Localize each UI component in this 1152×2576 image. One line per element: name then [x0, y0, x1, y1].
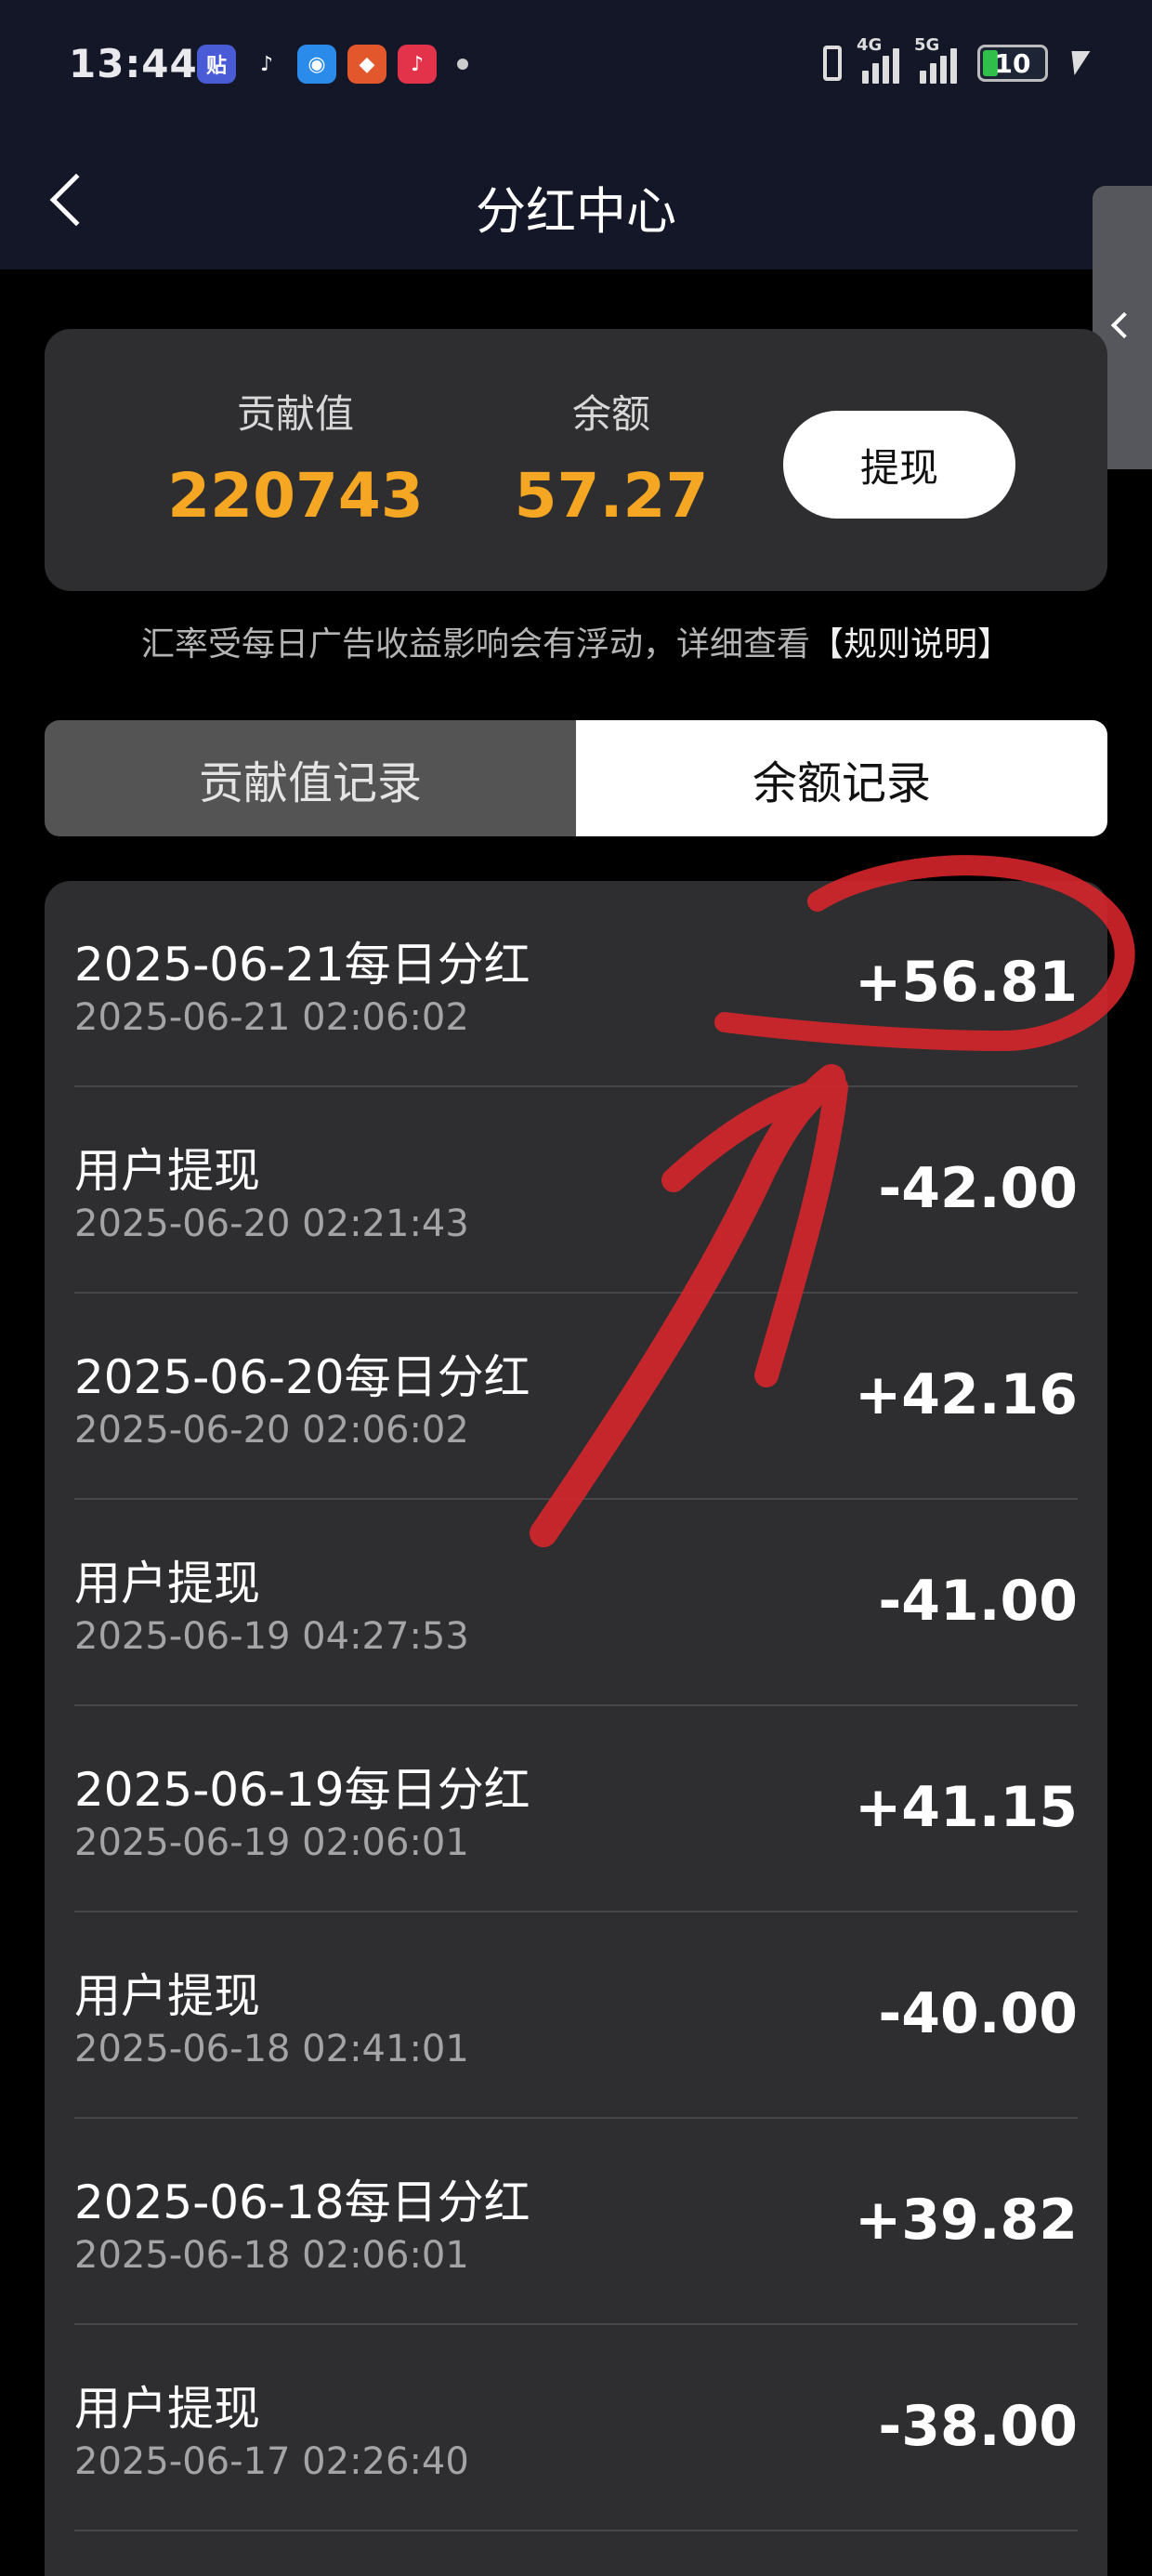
record-title: 2025-06-18每日分红 [74, 2175, 530, 2229]
contribution-stat: 贡献值 220743 [100, 383, 491, 532]
record-time: 2025-06-19 02:06:01 [74, 1821, 469, 1864]
record-time: 2025-06-21 02:06:02 [74, 996, 469, 1039]
signal-4g-icon: 4G [857, 35, 899, 84]
chevron-left-icon [1110, 311, 1138, 339]
record-time: 2025-06-19 04:27:53 [74, 1615, 469, 1658]
withdraw-button[interactable]: 提现 [783, 411, 1015, 519]
record-amount: +41.15 [854, 1775, 1078, 1840]
battery-icon: 10 [977, 45, 1048, 82]
rules-link[interactable]: 【规则说明】 [810, 625, 1011, 664]
network-type-1: 4G [857, 35, 883, 55]
list-item[interactable]: 2025-06-21每日分红 2025-06-21 02:06:02 +56.8… [74, 881, 1078, 1087]
tiktok-lite-icon: ♪ [398, 45, 437, 84]
balance-stat: 余额 57.27 [472, 383, 751, 532]
record-amount: -42.00 [878, 1156, 1078, 1221]
tieba-icon: 贴 [197, 45, 236, 84]
page-title: 分红中心 [476, 182, 676, 241]
tiktok-icon: ♪ [247, 45, 286, 84]
record-title: 用户提现 [74, 1969, 260, 2023]
record-title: 2025-06-19每日分红 [74, 1763, 530, 1817]
list-item[interactable]: 用户提现 2025-06-20 02:21:43 -42.00 [74, 1087, 1078, 1294]
record-title: 2025-06-20每日分红 [74, 1350, 530, 1404]
balance-records-list: 2025-06-21每日分红 2025-06-21 02:06:02 +56.8… [45, 881, 1107, 2576]
record-title: 用户提现 [74, 1557, 260, 1610]
record-amount: -38.00 [878, 2394, 1078, 2459]
summary-card: 贡献值 220743 余额 57.27 提现 [45, 329, 1107, 591]
status-bar: 13:44 贴 ♪ ◉ ◆ ♪ 4G 5G 10 [0, 0, 1152, 135]
record-amount: -41.00 [878, 1569, 1078, 1634]
record-title: 用户提现 [74, 2382, 260, 2436]
record-time: 2025-06-18 02:41:01 [74, 2028, 469, 2070]
battery-level: 10 [994, 47, 1031, 79]
notification-icons: 贴 ♪ ◉ ◆ ♪ [197, 45, 468, 84]
tab-balance-records[interactable]: 余额记录 [576, 720, 1107, 836]
vibrate-icon [823, 46, 842, 81]
shop-app-icon: ◆ [347, 45, 386, 84]
record-time: 2025-06-20 02:21:43 [74, 1203, 469, 1245]
list-item[interactable]: 用户提现 2025-06-18 02:41:01 -40.00 [74, 1912, 1078, 2119]
record-tabs: 贡献值记录 余额记录 [45, 720, 1107, 836]
record-amount: +56.81 [854, 950, 1078, 1015]
list-item[interactable]: 2025-06-18每日分红 2025-06-18 02:06:01 +39.8… [74, 2119, 1078, 2325]
charging-icon [1065, 51, 1091, 75]
list-item[interactable]: 用户提现 2025-06-17 02:26:40 -38.00 [74, 2325, 1078, 2531]
record-amount: +42.16 [854, 1362, 1078, 1427]
list-item[interactable]: 2025-06-19每日分红 2025-06-19 02:06:01 +41.1… [74, 1706, 1078, 1912]
balance-value: 57.27 [514, 460, 709, 532]
tab-contribution-records[interactable]: 贡献值记录 [45, 720, 576, 836]
contribution-label: 贡献值 [236, 391, 354, 437]
status-time: 13:44 [69, 41, 198, 86]
record-time: 2025-06-17 02:26:40 [74, 2440, 469, 2483]
network-type-2: 5G [914, 35, 940, 55]
nav-bar: 分红中心 [0, 135, 1152, 269]
record-amount: -40.00 [878, 1981, 1078, 2046]
signal-5g-icon: 5G [914, 35, 957, 84]
list-item[interactable]: 2025-06-20每日分红 2025-06-20 02:06:02 +42.1… [74, 1294, 1078, 1500]
notice-text: 汇率受每日广告收益影响会有浮动，详细查看 [140, 625, 810, 664]
record-time: 2025-06-20 02:06:02 [74, 1409, 469, 1452]
exchange-rate-notice: 汇率受每日广告收益影响会有浮动，详细查看【规则说明】 [0, 617, 1152, 665]
record-amount: +39.82 [854, 2188, 1078, 2253]
wifi-app-icon: ◉ [297, 45, 336, 84]
contribution-value: 220743 [167, 460, 424, 532]
more-notifications-icon [457, 59, 468, 70]
record-title: 2025-06-21每日分红 [74, 938, 530, 992]
list-item[interactable]: 用户提现 2025-06-19 04:27:53 -41.00 [74, 1500, 1078, 1706]
record-time: 2025-06-18 02:06:01 [74, 2234, 469, 2277]
record-title: 用户提现 [74, 1144, 260, 1198]
balance-label: 余额 [571, 391, 650, 437]
system-indicators: 4G 5G 10 [823, 35, 1091, 84]
